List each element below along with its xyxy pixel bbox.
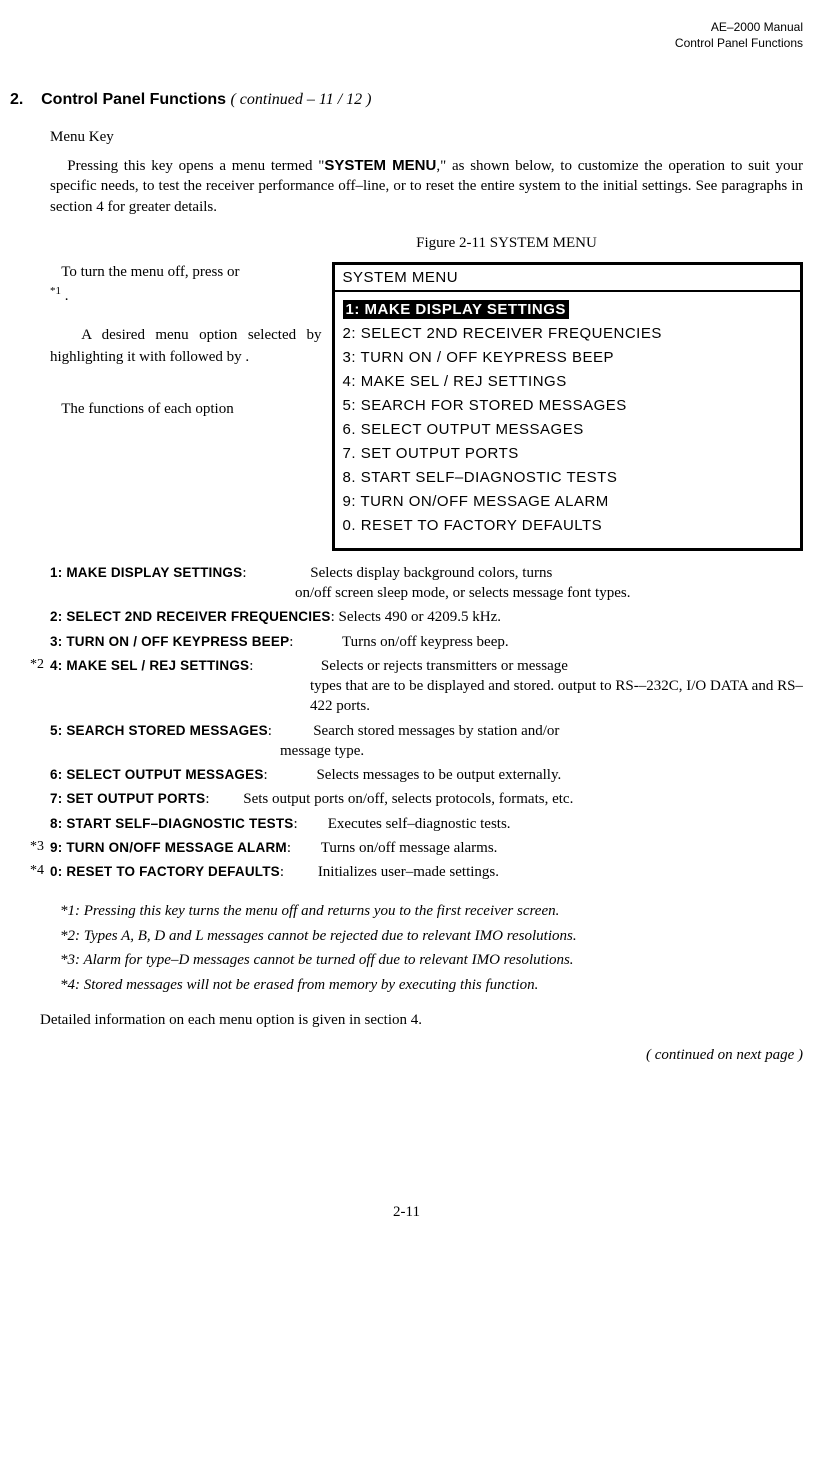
page-header: AE–2000 Manual Control Panel Functions [10, 20, 803, 51]
section-continued: ( continued – 11 / 12 ) [230, 91, 371, 108]
closing-line: Detailed information on each menu option… [40, 1012, 803, 1029]
func-label-4: 4: MAKE SEL / REJ SETTINGS [50, 658, 249, 673]
func-desc-9: Turns on/off message alarms. [321, 840, 498, 856]
func-desc-7: Sets output ports on/off, selects protoc… [243, 791, 573, 807]
footnote-ref-1: *1 [50, 285, 61, 297]
system-menu-box: SYSTEM MENU 1: MAKE DISPLAY SETTINGS 2: … [332, 262, 803, 551]
func-item-8: 8: START SELF–DIAGNOSTIC TESTS: Executes… [50, 814, 803, 834]
func-label-0: 0: RESET TO FACTORY DEFAULTS [50, 864, 280, 879]
intro-system-menu: SYSTEM MENU [324, 157, 436, 174]
func-item-1: 1: MAKE DISPLAY SETTINGS: Selects displa… [50, 563, 803, 604]
footnote-2: *2: Types A, B, D and L messages cannot … [60, 925, 803, 948]
func-label-6: 6: SELECT OUTPUT MESSAGES [50, 767, 264, 782]
func-item-2: 2: SELECT 2ND RECEIVER FREQUENCIES: Sele… [50, 607, 803, 627]
func-star-9: *3 [30, 838, 44, 857]
left-p2: A desired menu option selected by highli… [50, 325, 322, 369]
header-line-1: AE–2000 Manual [711, 20, 803, 34]
func-item-4: *2 4: MAKE SEL / REJ SETTINGS: Selects o… [50, 656, 803, 717]
func-desc-2: Selects 490 or 4209.5 kHz. [339, 609, 501, 625]
continued-next-page: ( continued on next page ) [10, 1047, 803, 1064]
left-p1: To turn the menu off, press or *1 . [50, 262, 322, 308]
subheading-menu-key: Menu Key [50, 129, 803, 146]
intro-text-a: Pressing this key opens a menu termed " [67, 158, 324, 174]
menu-item-2: 2: SELECT 2ND RECEIVER FREQUENCIES [343, 325, 662, 342]
footnote-3: *3: Alarm for type–D messages cannot be … [60, 949, 803, 972]
menu-item-0: 0. RESET TO FACTORY DEFAULTS [343, 517, 603, 534]
figure-caption: Figure 2-11 SYSTEM MENU [210, 235, 803, 252]
func-desc-0: Initializes user–made settings. [318, 864, 499, 880]
func-label-9: 9: TURN ON/OFF MESSAGE ALARM [50, 840, 287, 855]
func-desc-3: Turns on/off keypress beep. [342, 634, 509, 650]
footnote-1: *1: Pressing this key turns the menu off… [60, 900, 803, 923]
func-desc-1a: Selects display background colors, turns [310, 565, 552, 581]
func-desc-8: Executes self–diagnostic tests. [328, 816, 511, 832]
func-desc-4b: types that are to be displayed and store… [310, 676, 803, 717]
system-menu-title: SYSTEM MENU [335, 265, 800, 292]
page-number: 2-11 [10, 1204, 803, 1221]
menu-item-7: 7. SET OUTPUT PORTS [343, 445, 519, 462]
func-label-2: 2: SELECT 2ND RECEIVER FREQUENCIES [50, 609, 331, 624]
menu-item-6: 6. SELECT OUTPUT MESSAGES [343, 421, 584, 438]
menu-item-8: 8. START SELF–DIAGNOSTIC TESTS [343, 469, 618, 486]
footnote-4: *4: Stored messages will not be erased f… [60, 974, 803, 997]
func-item-6: 6: SELECT OUTPUT MESSAGES: Selects messa… [50, 765, 803, 785]
section-title-text: Control Panel Functions [41, 91, 226, 108]
func-item-9: *3 9: TURN ON/OFF MESSAGE ALARM: Turns o… [50, 838, 803, 858]
func-item-0: *4 0: RESET TO FACTORY DEFAULTS: Initial… [50, 862, 803, 882]
menu-item-5: 5: SEARCH FOR STORED MESSAGES [343, 397, 627, 414]
header-line-2: Control Panel Functions [675, 36, 803, 50]
left-column: To turn the menu off, press or *1 . A de… [50, 262, 332, 439]
func-desc-6: Selects messages to be output externally… [316, 767, 561, 783]
menu-item-4: 4: MAKE SEL / REJ SETTINGS [343, 373, 567, 390]
intro-paragraph: Pressing this key opens a menu termed "S… [50, 156, 803, 217]
func-label-5: 5: SEARCH STORED MESSAGES [50, 723, 268, 738]
menu-item-9: 9: TURN ON/OFF MESSAGE ALARM [343, 493, 609, 510]
func-desc-5a: Search stored messages by station and/or [313, 723, 559, 739]
func-desc-5b: message type. [280, 741, 803, 761]
footnotes: *1: Pressing this key turns the menu off… [60, 900, 803, 996]
func-label-7: 7: SET OUTPUT PORTS [50, 791, 205, 806]
mid-row: To turn the menu off, press or *1 . A de… [50, 262, 803, 551]
func-label-8: 8: START SELF–DIAGNOSTIC TESTS [50, 816, 294, 831]
func-item-3: 3: TURN ON / OFF KEYPRESS BEEP: Turns on… [50, 632, 803, 652]
menu-item-3: 3: TURN ON / OFF KEYPRESS BEEP [343, 349, 614, 366]
system-menu-body: 1: MAKE DISPLAY SETTINGS 2: SELECT 2ND R… [335, 292, 800, 548]
section-heading: 2. Control Panel Functions ( continued –… [10, 91, 803, 109]
func-item-5: 5: SEARCH STORED MESSAGES: Search stored… [50, 721, 803, 762]
func-label-3: 3: TURN ON / OFF KEYPRESS BEEP [50, 634, 289, 649]
func-label-1: 1: MAKE DISPLAY SETTINGS [50, 565, 242, 580]
left-p3: The functions of each option [50, 399, 322, 421]
func-star-4: *2 [30, 656, 44, 675]
func-star-0: *4 [30, 862, 44, 881]
section-number: 2. [10, 91, 23, 108]
function-list: 1: MAKE DISPLAY SETTINGS: Selects displa… [50, 563, 803, 883]
menu-item-1-selected: 1: MAKE DISPLAY SETTINGS [343, 300, 569, 319]
func-desc-1b: on/off screen sleep mode, or selects mes… [295, 583, 803, 603]
func-desc-4a: Selects or rejects transmitters or messa… [321, 658, 568, 674]
func-item-7: 7: SET OUTPUT PORTS: Sets output ports o… [50, 789, 803, 809]
